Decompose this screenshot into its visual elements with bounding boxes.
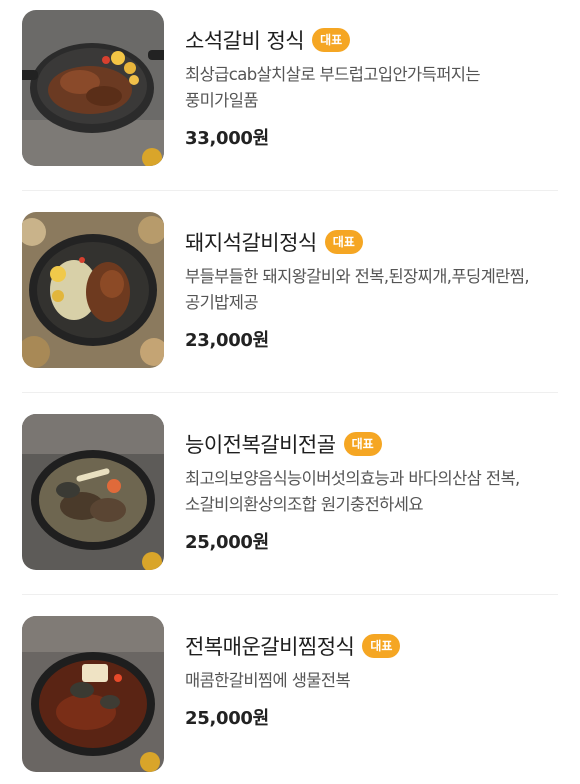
menu-item-info: 전복매운갈비찜정식 대표 매콤한갈비찜에 생물전복 25,000원 (185, 630, 560, 730)
menu-list: 소석갈비 정식 대표 최상급cab살치살로 부드럽고입안가득퍼지는 풍미가일품 … (0, 0, 580, 784)
divider (22, 392, 558, 393)
food-photo-spicy-galbijjim (22, 616, 164, 772)
divider (22, 594, 558, 595)
menu-item-image (22, 616, 164, 772)
divider (22, 190, 558, 191)
menu-item-title: 전복매운갈비찜정식 (185, 635, 355, 659)
signature-badge: 대표 (312, 28, 351, 52)
food-photo-grilled-beef (22, 10, 164, 166)
menu-item-price: 25,000원 (185, 532, 269, 553)
menu-item-title: 소석갈비 정식 (185, 29, 305, 53)
title-row: 전복매운갈비찜정식 대표 (185, 630, 560, 662)
food-photo-pork-galbi (22, 212, 164, 368)
menu-item-description: 매콤한갈비찜에 생물전복 (185, 671, 351, 690)
menu-item-image (22, 10, 164, 166)
menu-item-price: 23,000원 (185, 330, 269, 351)
menu-item-info: 능이전복갈비전골 대표 최고의보양음식능이버섯의효능과 바다의산삼 전복,소갈비… (185, 428, 560, 554)
menu-item-info: 돼지석갈비정식 대표 부들부들한 돼지왕갈비와 전복,된장찌개,푸딩계란찜,공기… (185, 226, 560, 352)
menu-item-description: 최상급cab살치살로 부드럽고입안가득퍼지는 풍미가일품 (185, 65, 481, 110)
signature-badge: 대표 (343, 432, 382, 456)
signature-badge: 대표 (362, 634, 401, 658)
food-photo-abalone-hotpot (22, 414, 164, 570)
menu-item-image (22, 414, 164, 570)
menu-item-spicy-galbijjim-set[interactable]: 전복매운갈비찜정식 대표 매콤한갈비찜에 생물전복 25,000원 (0, 606, 580, 784)
menu-item-price: 25,000원 (185, 708, 269, 729)
menu-item-title: 돼지석갈비정식 (185, 231, 317, 255)
title-row: 능이전복갈비전골 대표 (185, 428, 560, 460)
menu-item-title: 능이전복갈비전골 (185, 433, 336, 457)
menu-item-pork-galbi-set[interactable]: 돼지석갈비정식 대표 부들부들한 돼지왕갈비와 전복,된장찌개,푸딩계란찜,공기… (0, 202, 580, 404)
menu-item-price: 33,000원 (185, 128, 269, 149)
title-row: 소석갈비 정식 대표 (185, 24, 560, 56)
menu-item-info: 소석갈비 정식 대표 최상급cab살치살로 부드럽고입안가득퍼지는 풍미가일품 … (185, 24, 560, 150)
signature-badge: 대표 (324, 230, 363, 254)
title-row: 돼지석갈비정식 대표 (185, 226, 560, 258)
menu-item-neungi-abalone-jeongol[interactable]: 능이전복갈비전골 대표 최고의보양음식능이버섯의효능과 바다의산삼 전복,소갈비… (0, 404, 580, 606)
menu-item-image (22, 212, 164, 368)
menu-item-sogalbi-set[interactable]: 소석갈비 정식 대표 최상급cab살치살로 부드럽고입안가득퍼지는 풍미가일품 … (0, 0, 580, 202)
menu-item-description: 부들부들한 돼지왕갈비와 전복,된장찌개,푸딩계란찜,공기밥제공 (185, 267, 530, 312)
menu-item-description: 최고의보양음식능이버섯의효능과 바다의산삼 전복,소갈비의환상의조합 원기충전하… (185, 469, 520, 514)
